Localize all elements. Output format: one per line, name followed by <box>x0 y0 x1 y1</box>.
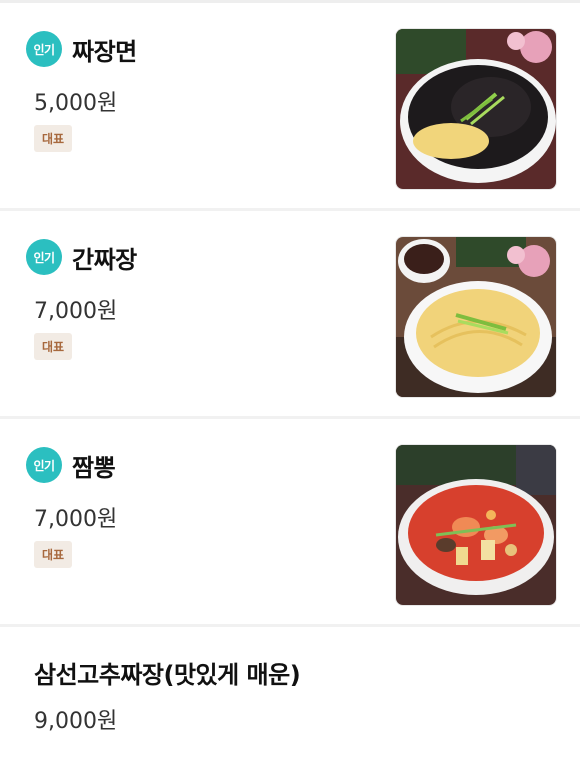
representative-tag: 대표 <box>34 333 73 360</box>
popular-badge: 인기 <box>26 239 62 275</box>
menu-item-title-row: 삼선고추짜장(맛있게 매운) <box>34 655 301 690</box>
menu-item-title-row: 인기 짬뽕 <box>26 447 116 483</box>
ganjjajang-image <box>396 237 556 397</box>
menu-item-name: 짬뽕 <box>72 453 116 482</box>
menu-item-title-row: 인기 간짜장 <box>26 239 137 275</box>
representative-tag: 대표 <box>34 125 73 152</box>
popular-badge: 인기 <box>26 31 62 67</box>
jjajangmyeon-image <box>396 29 556 189</box>
menu-item-photo[interactable] <box>395 28 557 190</box>
menu-item-price: 9,000원 <box>34 709 118 734</box>
menu-item-price: 5,000원 <box>34 91 118 116</box>
menu-item-price: 7,000원 <box>34 299 118 324</box>
popular-badge: 인기 <box>26 447 62 483</box>
menu-item-jjajangmyeon[interactable]: 인기 짜장면 5,000원 대표 <box>0 3 580 211</box>
menu-item-photo[interactable] <box>395 444 557 606</box>
menu-item-photo[interactable] <box>395 236 557 398</box>
menu-item-samseon-gochu-jjajang[interactable]: 삼선고추짜장(맛있게 매운) 9,000원 <box>0 627 580 777</box>
menu-item-price: 7,000원 <box>34 507 118 532</box>
menu-item-name: 간짜장 <box>72 245 137 274</box>
menu-item-name: 삼선고추짜장(맛있게 매운) <box>34 661 301 689</box>
jjamppong-image <box>396 445 556 605</box>
menu-item-jjamppong[interactable]: 인기 짬뽕 7,000원 대표 <box>0 419 580 627</box>
menu-item-name: 짜장면 <box>72 37 137 66</box>
menu-list: 인기 짜장면 5,000원 대표 인기 간짜장 7,000원 대표 인기 짬뽕 … <box>0 3 580 777</box>
menu-item-ganjjajang[interactable]: 인기 간짜장 7,000원 대표 <box>0 211 580 419</box>
representative-tag: 대표 <box>34 541 73 568</box>
menu-item-title-row: 인기 짜장면 <box>26 31 137 67</box>
